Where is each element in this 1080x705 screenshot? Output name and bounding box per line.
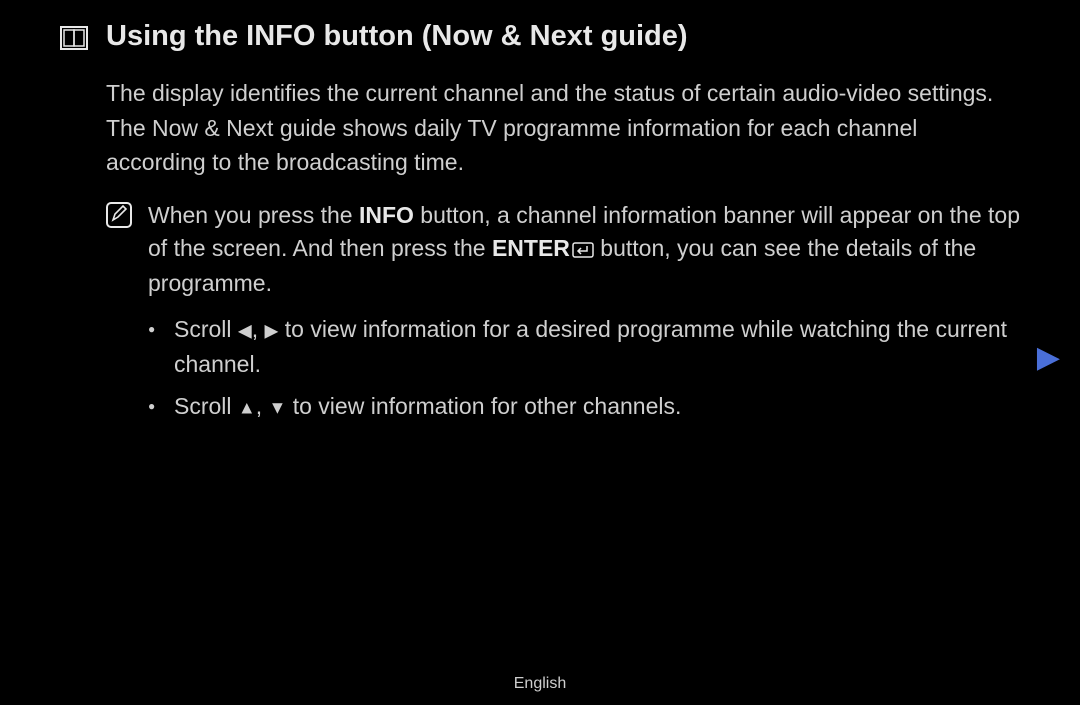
bullet-item-2: Scroll ▲, ▼ to view information for othe… xyxy=(148,389,1020,424)
right-arrow-icon: ▶ xyxy=(265,321,279,341)
enter-icon xyxy=(572,234,594,267)
enter-label: ENTER xyxy=(492,235,570,261)
book-icon xyxy=(60,26,88,50)
left-arrow-icon: ◀ xyxy=(238,321,252,341)
info-label: INFO xyxy=(359,202,414,228)
page-title: Using the INFO button (Now & Next guide) xyxy=(106,20,688,53)
note-text: When you press the INFO button, a channe… xyxy=(148,199,1020,300)
bullet-list: Scroll ◀, ▶ to view information for a de… xyxy=(148,312,1020,424)
pencil-note-icon xyxy=(106,202,132,228)
intro-paragraph-1: The display identifies the current chann… xyxy=(106,77,1020,110)
down-arrow-icon: ▼ xyxy=(269,398,287,418)
up-arrow-icon: ▲ xyxy=(238,398,256,418)
note-block: When you press the INFO button, a channe… xyxy=(106,199,1020,300)
bullet-item-1: Scroll ◀, ▶ to view information for a de… xyxy=(148,312,1020,381)
next-page-arrow[interactable]: ▶ xyxy=(1037,340,1060,375)
title-row: Using the INFO button (Now & Next guide) xyxy=(60,20,1020,53)
footer-language: English xyxy=(0,675,1080,693)
intro-paragraph-2: The Now & Next guide shows daily TV prog… xyxy=(106,112,1020,179)
